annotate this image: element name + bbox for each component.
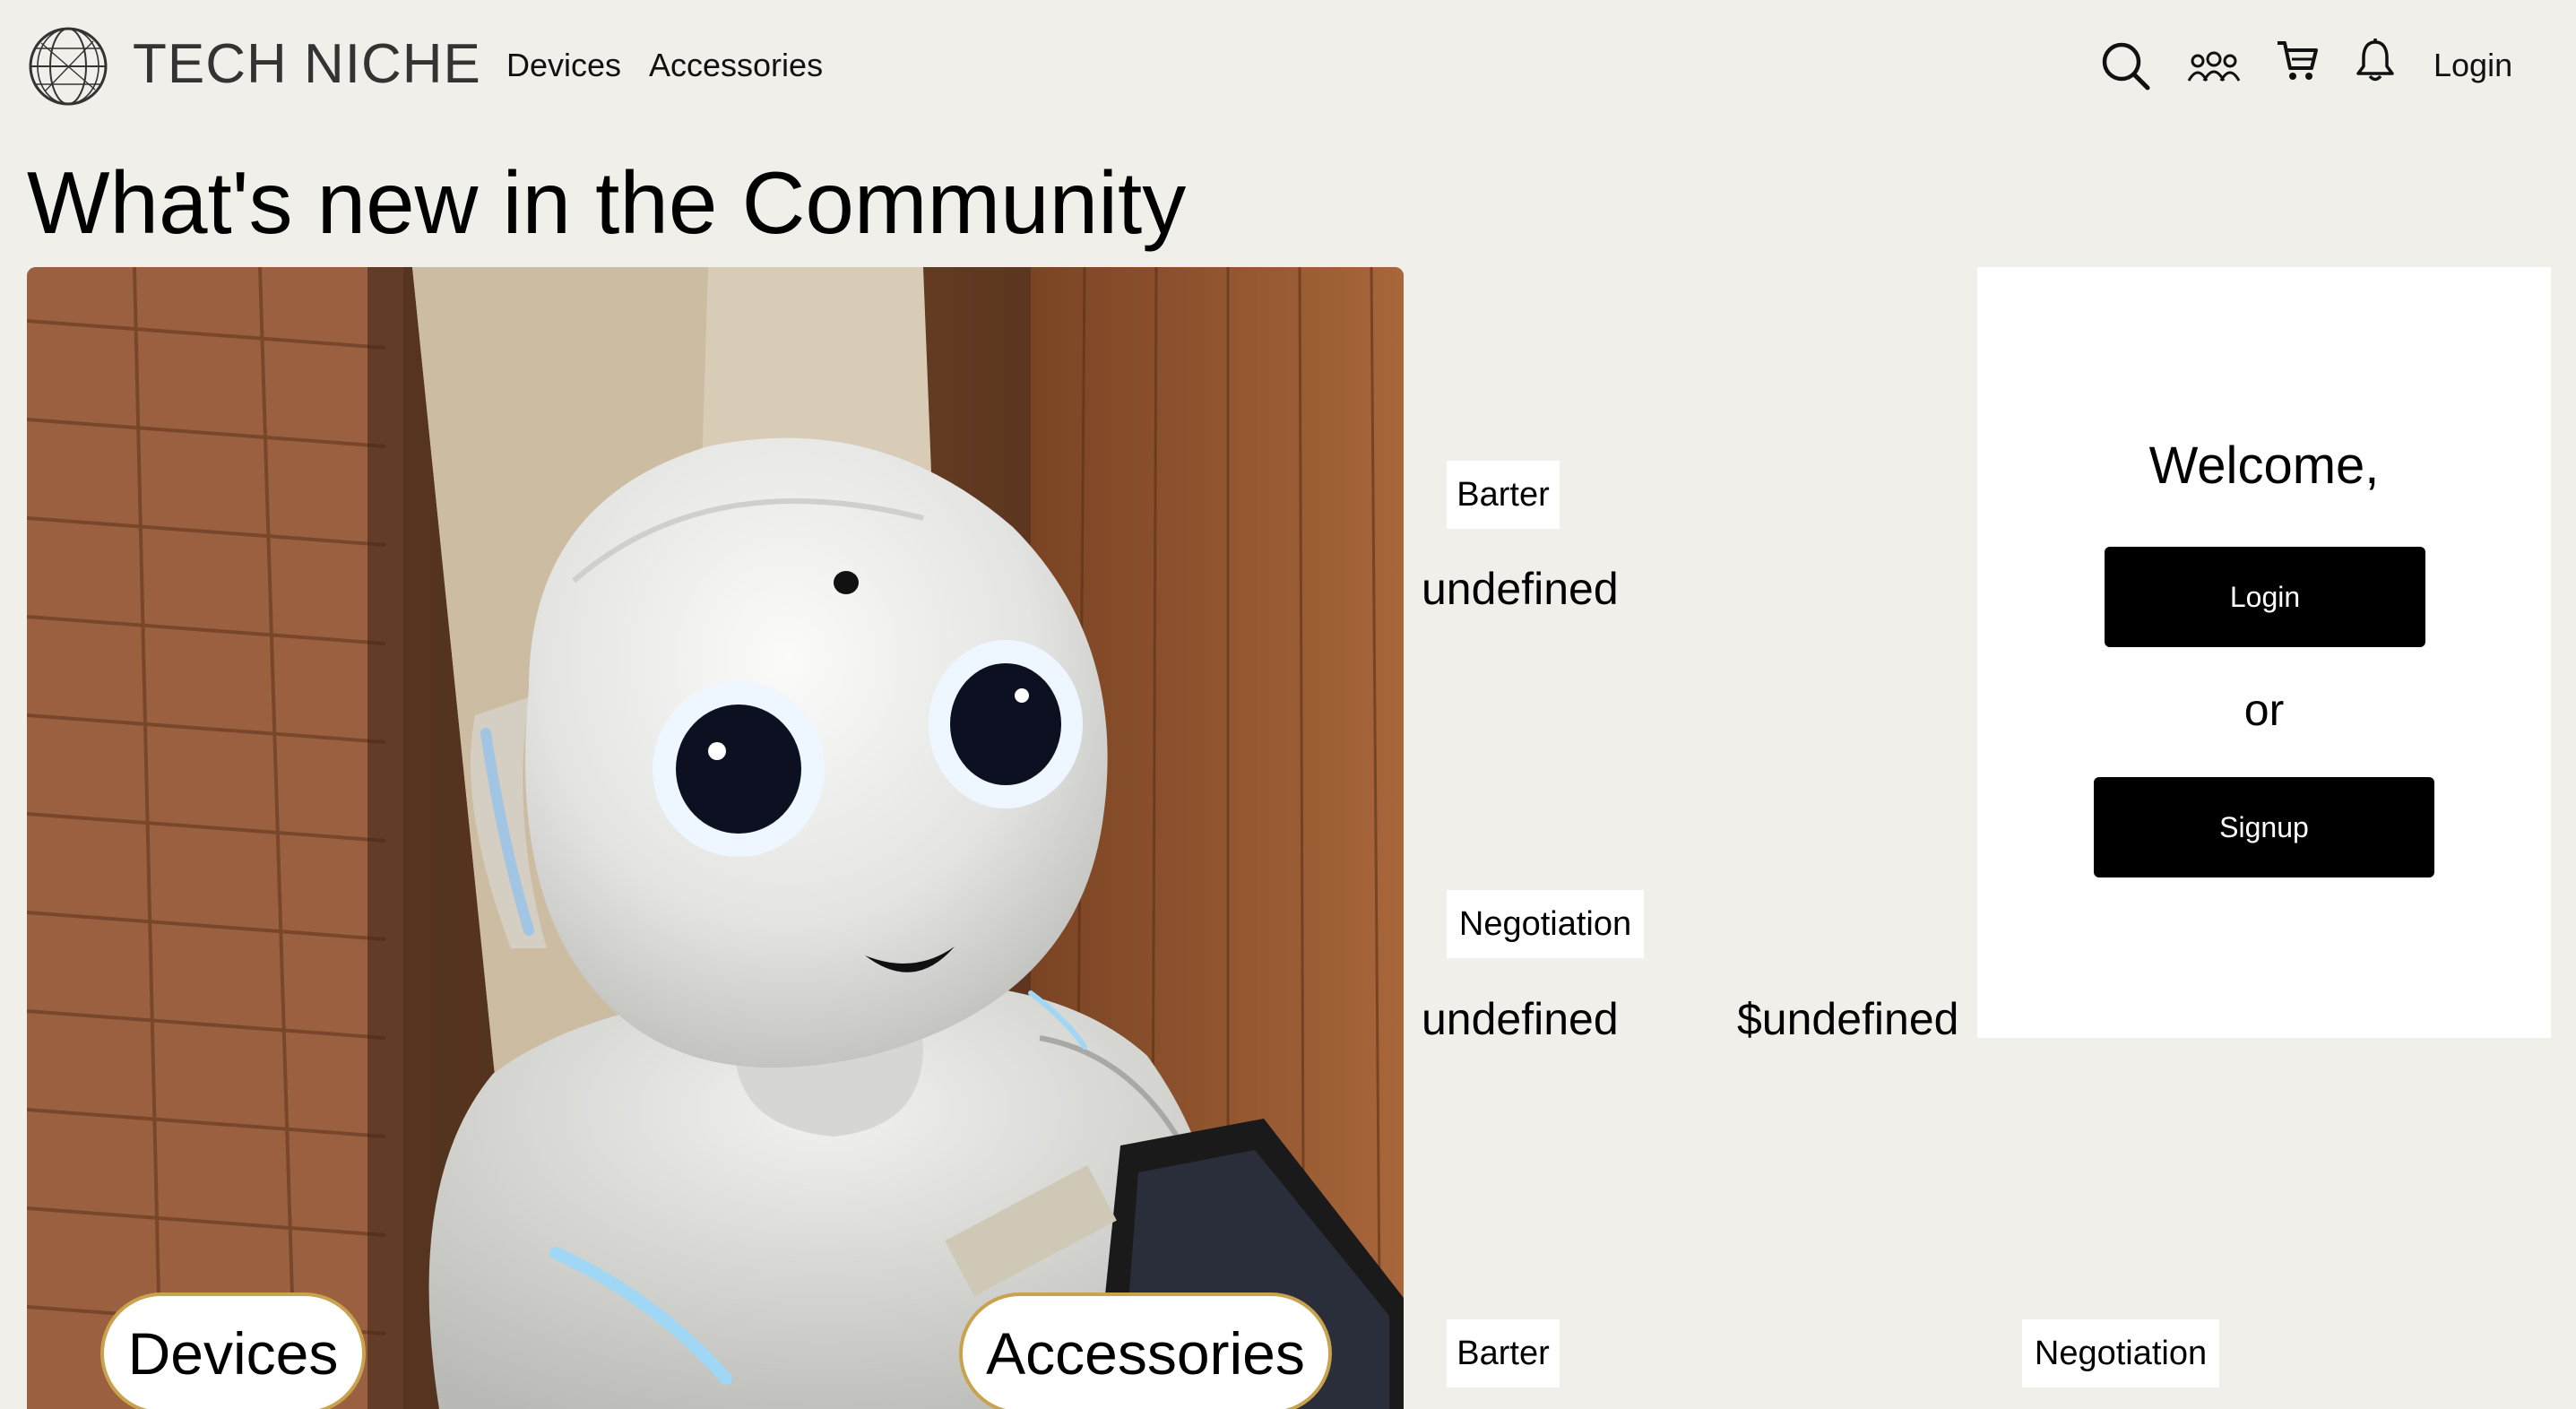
login-button[interactable]: Login — [2105, 547, 2425, 647]
listing-price: $undefined — [1737, 994, 1959, 1044]
listing-tag-negotiation: Negotiation — [2022, 1319, 2219, 1387]
globe-logo-icon[interactable] — [27, 25, 109, 108]
listing-tag-barter: Barter — [1447, 461, 1560, 529]
brand-name[interactable]: TECH NICHE — [133, 32, 481, 96]
search-icon[interactable] — [2099, 39, 2151, 91]
page: TECH NICHE Devices Accessories Login Wha… — [0, 0, 2576, 1409]
category-pill-devices[interactable]: Devices — [100, 1292, 366, 1409]
welcome-title: Welcome, — [2148, 437, 2380, 495]
header-login-link[interactable]: Login — [2433, 47, 2512, 84]
hero-robot-image[interactable] — [27, 267, 1404, 1409]
welcome-card: Welcome, Login or Signup — [1977, 267, 2551, 1038]
or-separator: or — [2243, 685, 2285, 735]
listing-name[interactable]: undefined — [1422, 993, 1619, 1045]
listing-name[interactable]: undefined — [1422, 563, 1619, 615]
listing-tag-negotiation: Negotiation — [1447, 890, 1644, 958]
cart-icon[interactable] — [2275, 38, 2320, 82]
page-title: What's new in the Community — [27, 153, 1187, 252]
community-icon[interactable] — [2187, 43, 2241, 88]
listing-tag-barter: Barter — [1447, 1319, 1560, 1387]
nav-devices[interactable]: Devices — [506, 47, 621, 84]
nav-accessories[interactable]: Accessories — [649, 47, 823, 84]
bell-icon[interactable] — [2355, 38, 2396, 82]
category-pill-accessories[interactable]: Accessories — [959, 1292, 1332, 1409]
signup-button[interactable]: Signup — [2094, 777, 2434, 877]
